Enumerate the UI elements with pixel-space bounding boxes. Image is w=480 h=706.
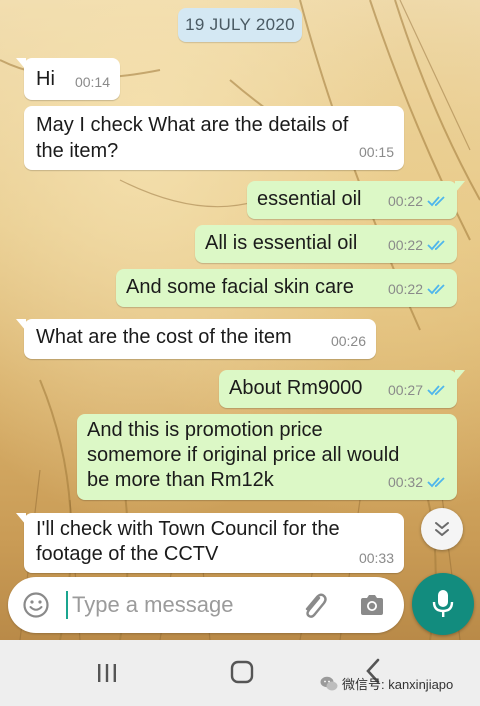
message-outgoing[interactable]: And some facial skin care 00:22 <box>116 269 457 307</box>
message-outgoing[interactable]: And this is promotion price somemore if … <box>77 414 457 500</box>
camera-icon[interactable] <box>358 591 386 619</box>
microphone-icon <box>432 590 454 617</box>
message-time: 00:15 <box>358 144 394 160</box>
double-check-icon <box>427 385 445 396</box>
watermark: 微信号: kanxinjiapo <box>320 674 453 693</box>
message-text: Hi <box>36 68 55 90</box>
paperclip-icon[interactable] <box>298 589 328 621</box>
wechat-icon <box>320 676 338 690</box>
message-time: 00:14 <box>74 74 110 90</box>
message-time: 00:26 <box>330 333 366 349</box>
message-text: And this is promotion price somemore if … <box>87 419 400 491</box>
recent-apps-icon[interactable] <box>96 662 118 684</box>
watermark-text: 微信号: kanxinjiapo <box>342 677 454 692</box>
double-check-icon <box>427 284 445 295</box>
message-text: essential oil <box>257 188 362 210</box>
emoji-icon[interactable] <box>22 591 50 619</box>
date-chip: 19 JULY 2020 <box>178 8 302 42</box>
message-time: 00:27 <box>387 382 423 398</box>
home-icon[interactable] <box>230 660 254 684</box>
message-time: 00:33 <box>358 550 394 566</box>
message-text: What are the cost of the item <box>36 326 292 348</box>
voice-record-button[interactable] <box>412 573 474 635</box>
double-check-icon <box>427 477 445 488</box>
double-check-icon <box>427 196 445 207</box>
message-outgoing[interactable]: About Rm9000 00:27 <box>219 370 465 408</box>
message-text: And some facial skin care <box>126 276 354 298</box>
system-navigation-bar: 微信号: kanxinjiapo <box>0 640 480 706</box>
message-text: I'll check with Town Council for the foo… <box>36 518 340 565</box>
message-time: 00:22 <box>387 193 423 209</box>
message-incoming[interactable]: I'll check with Town Council for the foo… <box>16 513 404 573</box>
message-outgoing[interactable]: All is essential oil 00:22 <box>195 225 457 263</box>
message-incoming[interactable]: Hi 00:14 <box>16 58 120 100</box>
message-text: All is essential oil <box>205 232 358 254</box>
message-outgoing[interactable]: essential oil 00:22 <box>247 181 465 219</box>
message-incoming[interactable]: May I check What are the details of the … <box>24 106 404 170</box>
message-time: 00:22 <box>387 237 423 253</box>
text-cursor <box>66 591 68 619</box>
message-text: May I check What are the details of the … <box>36 114 349 162</box>
double-check-icon <box>427 240 445 251</box>
message-incoming[interactable]: What are the cost of the item 00:26 <box>16 319 376 359</box>
message-time: 00:22 <box>387 281 423 297</box>
message-composer[interactable]: Type a message <box>8 577 404 633</box>
message-input[interactable]: Type a message <box>72 592 233 618</box>
message-text: About Rm9000 <box>229 377 363 399</box>
message-time: 00:32 <box>387 474 423 490</box>
double-chevron-down-icon <box>435 522 449 536</box>
scroll-to-bottom-button[interactable] <box>421 508 463 550</box>
